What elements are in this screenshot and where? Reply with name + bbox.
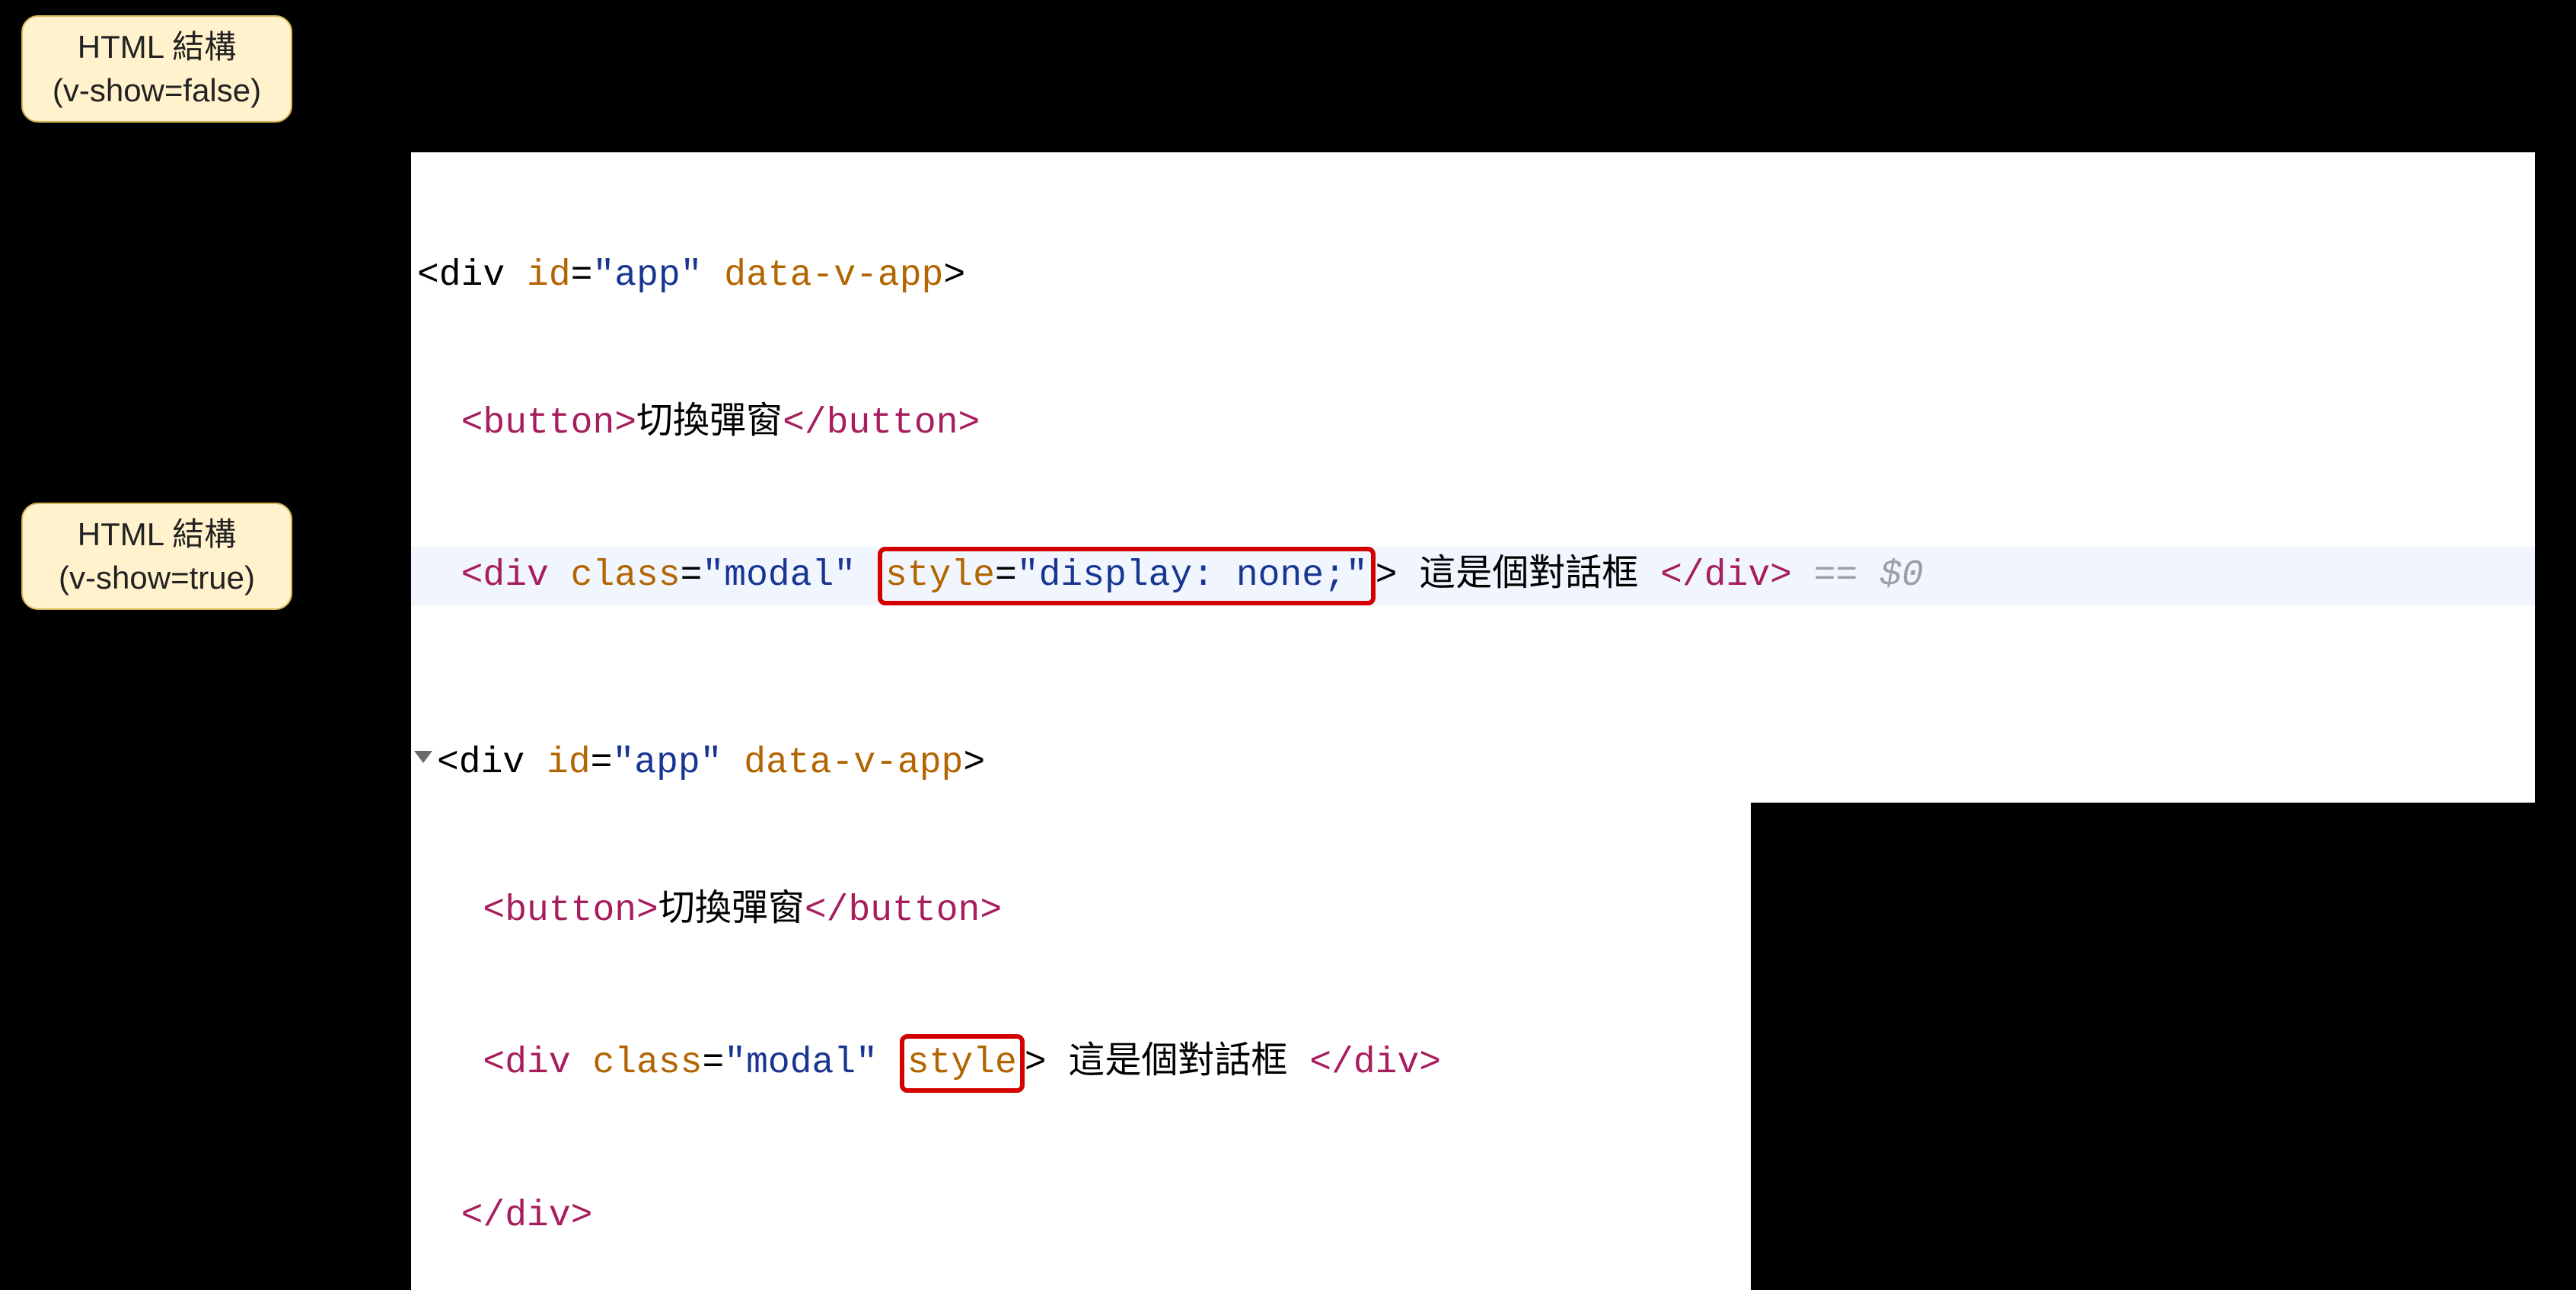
code-line: <button>切換彈窗</button>: [411, 886, 1751, 936]
code-token: >: [963, 742, 985, 784]
highlight-style-display-none: style="display: none;": [878, 547, 1376, 605]
code-token: "app": [612, 742, 722, 784]
code-token: =: [681, 555, 703, 596]
code-token: class: [571, 555, 681, 596]
label-vshow-false: HTML 結構 (v-show=false): [21, 15, 292, 123]
code-token: id: [547, 742, 591, 784]
code-token: <button>: [461, 403, 636, 444]
code-token: data-v-app: [744, 742, 963, 784]
label-vshow-true-line2: (v-show=true): [59, 560, 255, 596]
code-token: <button>: [483, 890, 658, 931]
code-token: "modal": [702, 555, 856, 596]
code-token: >: [943, 255, 965, 296]
code-token: <div: [417, 255, 527, 296]
code-token: 這是個對話框: [1047, 1043, 1310, 1084]
label-vshow-true-line1: HTML 結構: [78, 516, 236, 552]
selected-node-marker: == $0: [1792, 555, 1924, 596]
code-line-selected: <div class="modal" style="display: none;…: [411, 547, 2535, 605]
code-token: <div: [483, 1043, 592, 1084]
code-token: style: [885, 555, 995, 596]
code-token: >: [1025, 1043, 1047, 1084]
label-vshow-false-line2: (v-show=false): [53, 72, 261, 108]
code-token: "modal": [724, 1043, 878, 1084]
label-vshow-false-line1: HTML 結構: [78, 29, 236, 65]
code-token: 這是個對話框: [1397, 555, 1660, 596]
code-token: =: [571, 255, 593, 296]
code-token: 切換彈窗: [658, 890, 805, 931]
code-token: "display: none;": [1017, 555, 1368, 596]
code-token: =: [702, 1043, 724, 1084]
code-token: <div: [461, 555, 571, 596]
code-token: style: [907, 1043, 1017, 1084]
code-token: </div>: [1309, 1043, 1441, 1084]
code-token: data-v-app: [724, 255, 943, 296]
code-line: <div class="modal" style> 這是個對話框 </div>: [411, 1034, 1751, 1093]
code-token: class: [592, 1043, 702, 1084]
code-line: </div>: [411, 1192, 1751, 1241]
code-token: </div>: [461, 1196, 593, 1237]
code-line: <div id="app" data-v-app>: [411, 251, 2535, 301]
expand-caret-icon: [414, 751, 432, 763]
code-line: <button>切換彈窗</button>: [411, 399, 2535, 449]
code-token: <div: [437, 742, 547, 784]
code-panel-vshow-true: <div id="app" data-v-app> <button>切換彈窗</…: [411, 640, 1751, 1290]
code-line: <div id="app" data-v-app>: [411, 739, 1751, 788]
code-token: </button>: [783, 403, 980, 444]
code-token: =: [591, 742, 613, 784]
code-token: 切換彈窗: [636, 403, 783, 444]
code-token: </button>: [805, 890, 1002, 931]
highlight-style-empty: style: [900, 1034, 1025, 1093]
code-token: "app": [592, 255, 702, 296]
code-token: >: [1376, 555, 1398, 596]
label-vshow-true: HTML 結構 (v-show=true): [21, 503, 292, 610]
code-token: =: [995, 555, 1017, 596]
code-token: id: [527, 255, 571, 296]
code-token: </div>: [1660, 555, 1792, 596]
